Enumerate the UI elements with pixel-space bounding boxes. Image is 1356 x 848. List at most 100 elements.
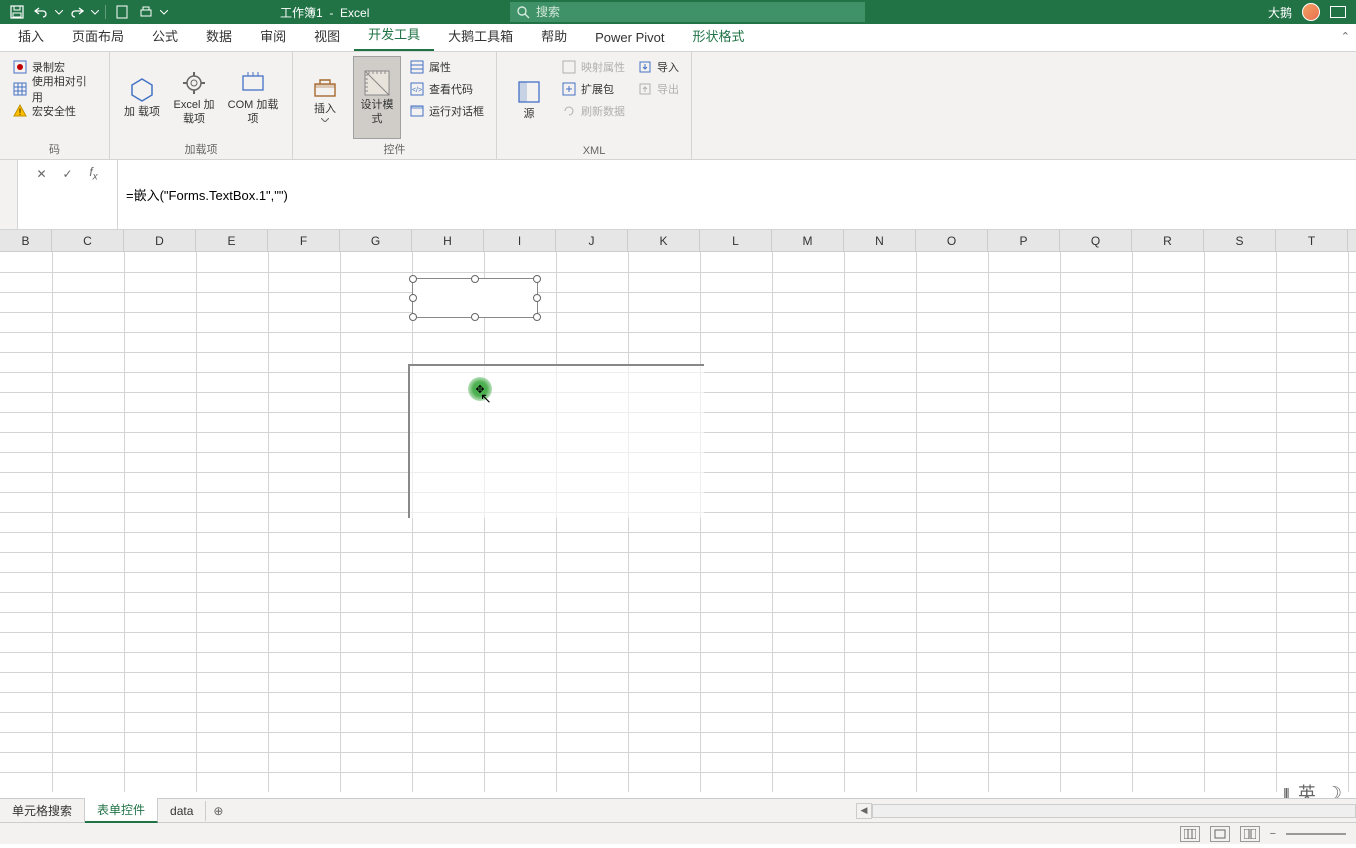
run-dialog-button[interactable]: 运行对话框 xyxy=(405,100,488,122)
user-name[interactable]: 大鹅 xyxy=(1268,4,1292,21)
search-icon xyxy=(516,5,530,19)
tab-pagelayout[interactable]: 页面布局 xyxy=(58,21,138,51)
spreadsheet-grid[interactable]: B C D E F G H I J K L M N O P Q R S T xyxy=(0,230,1356,798)
sheet-tab[interactable]: 单元格搜索 xyxy=(0,799,85,822)
zoom-slider[interactable] xyxy=(1286,833,1346,835)
redo-button[interactable] xyxy=(66,1,88,23)
ruler-icon xyxy=(363,69,391,97)
tab-custom-toolbox[interactable]: 大鹅工具箱 xyxy=(434,21,527,51)
scroll-left-button[interactable]: ◀ xyxy=(856,803,872,819)
dialog-icon xyxy=(409,103,425,119)
group-label-xml: XML xyxy=(505,143,683,157)
refresh-data-button: 刷新数据 xyxy=(557,100,629,122)
cancel-formula-button[interactable]: ✕ xyxy=(32,164,52,184)
search-box[interactable] xyxy=(510,2,865,22)
undo-button[interactable] xyxy=(30,1,52,23)
col-header[interactable]: N xyxy=(844,230,916,251)
map-properties-button: 映射属性 xyxy=(557,56,629,78)
macro-security-button[interactable]: !宏安全性 xyxy=(8,100,101,122)
toolbox-icon xyxy=(311,73,339,101)
formula-input[interactable] xyxy=(118,160,1356,229)
col-header[interactable]: F xyxy=(268,230,340,251)
qat-print-button[interactable] xyxy=(135,1,157,23)
enter-formula-button[interactable]: ✓ xyxy=(58,164,78,184)
source-icon xyxy=(515,78,543,106)
col-header[interactable]: Q xyxy=(1060,230,1132,251)
col-header[interactable]: R xyxy=(1132,230,1204,251)
zoom-out-button[interactable]: − xyxy=(1270,828,1276,840)
col-header[interactable]: M xyxy=(772,230,844,251)
relative-ref-button[interactable]: 使用相对引用 xyxy=(8,78,101,100)
new-sheet-button[interactable]: ⊕ xyxy=(206,804,230,818)
gear-icon xyxy=(180,69,208,97)
tab-review[interactable]: 审阅 xyxy=(246,21,300,51)
tab-help[interactable]: 帮助 xyxy=(527,21,581,51)
sheet-tabs: 单元格搜索 表单控件 data ⊕ ◀ xyxy=(0,798,1356,822)
tab-powerpivot[interactable]: Power Pivot xyxy=(581,25,678,51)
grid-icon xyxy=(12,81,28,97)
search-input[interactable] xyxy=(536,5,859,19)
save-button[interactable] xyxy=(6,1,28,23)
col-header[interactable]: J xyxy=(556,230,628,251)
ribbon-group-code: 录制宏 使用相对引用 !宏安全性 码 xyxy=(0,52,110,159)
tab-view[interactable]: 视图 xyxy=(300,21,354,51)
activex-textbox-control[interactable] xyxy=(412,278,538,318)
col-header[interactable]: H xyxy=(412,230,484,251)
col-header[interactable]: B xyxy=(0,230,52,251)
tab-formulas[interactable]: 公式 xyxy=(138,21,192,51)
chevron-down-icon xyxy=(321,118,329,122)
formula-bar: ✕ ✓ fx xyxy=(0,160,1356,230)
status-bar: − xyxy=(0,822,1356,844)
page-break-view-button[interactable] xyxy=(1240,826,1260,842)
sheet-tab[interactable]: data xyxy=(158,801,206,821)
view-code-button[interactable]: </>查看代码 xyxy=(405,78,488,100)
com-addins-button[interactable]: COM 加载项 xyxy=(222,56,284,139)
properties-button[interactable]: 属性 xyxy=(405,56,488,78)
col-header[interactable]: O xyxy=(916,230,988,251)
import-button[interactable]: 导入 xyxy=(633,56,683,78)
xml-source-button[interactable]: 源 xyxy=(505,56,553,143)
insert-function-button[interactable]: fx xyxy=(84,164,104,184)
qat-new-button[interactable] xyxy=(111,1,133,23)
ribbon-display-button[interactable] xyxy=(1330,6,1346,18)
cells-area[interactable]: ✥ ↖ xyxy=(0,252,1356,792)
excel-addins-button[interactable]: Excel 加载项 xyxy=(170,56,218,139)
tab-shapeformat[interactable]: 形状格式 xyxy=(679,21,759,51)
name-box[interactable] xyxy=(0,160,18,229)
col-header[interactable]: T xyxy=(1276,230,1348,251)
insert-control-button[interactable]: 插入 xyxy=(301,56,349,139)
col-header[interactable]: I xyxy=(484,230,556,251)
record-icon xyxy=(12,59,28,75)
sheet-tab[interactable]: 表单控件 xyxy=(85,798,158,823)
col-header[interactable]: P xyxy=(988,230,1060,251)
tab-developer[interactable]: 开发工具 xyxy=(354,19,434,51)
addins-button[interactable]: 加 载项 xyxy=(118,56,166,139)
col-header[interactable]: K xyxy=(628,230,700,251)
design-mode-button[interactable]: 设计模式 xyxy=(353,56,401,139)
scroll-track[interactable] xyxy=(872,804,1356,818)
export-icon xyxy=(637,81,653,97)
col-header[interactable]: C xyxy=(52,230,124,251)
warning-icon: ! xyxy=(12,103,28,119)
formula-bar-buttons: ✕ ✓ fx xyxy=(18,160,118,229)
page-layout-view-button[interactable] xyxy=(1210,826,1230,842)
group-label-addins: 加载项 xyxy=(118,139,284,157)
horizontal-scrollbar[interactable]: ◀ xyxy=(856,803,1356,819)
avatar[interactable] xyxy=(1302,3,1320,21)
ribbon-collapse-button[interactable]: ⌃ xyxy=(1341,30,1350,43)
col-header[interactable]: S xyxy=(1204,230,1276,251)
normal-view-button[interactable] xyxy=(1180,826,1200,842)
col-header[interactable]: D xyxy=(124,230,196,251)
expand-icon xyxy=(561,81,577,97)
expansion-pack-button[interactable]: 扩展包 xyxy=(557,78,629,100)
col-header[interactable]: L xyxy=(700,230,772,251)
redo-dropdown[interactable] xyxy=(90,1,100,23)
import-icon xyxy=(637,59,653,75)
tab-insert[interactable]: 插入 xyxy=(4,21,58,51)
col-header[interactable]: G xyxy=(340,230,412,251)
qat-customize-dropdown[interactable] xyxy=(159,1,169,23)
undo-dropdown[interactable] xyxy=(54,1,64,23)
col-header[interactable]: E xyxy=(196,230,268,251)
tab-data[interactable]: 数据 xyxy=(192,21,246,51)
drawing-rectangle[interactable] xyxy=(408,364,704,518)
